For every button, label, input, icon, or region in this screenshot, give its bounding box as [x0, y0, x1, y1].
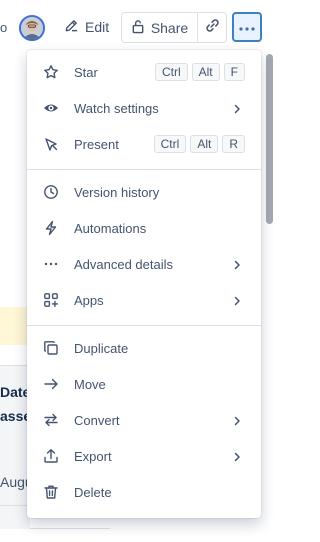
- link-icon: [205, 18, 220, 38]
- share-button-group: Share: [121, 12, 227, 43]
- chevron-right-icon: [231, 258, 243, 270]
- menu-item-star[interactable]: Star Ctrl Alt F: [27, 54, 261, 90]
- convert-arrows-icon: [43, 412, 59, 428]
- shortcut-key: Alt: [191, 63, 220, 81]
- copy-link-button[interactable]: [198, 13, 226, 42]
- export-icon: [43, 448, 59, 464]
- ellipsis-icon: [43, 256, 59, 272]
- more-actions-button[interactable]: [232, 12, 262, 42]
- avatar[interactable]: [19, 15, 45, 41]
- clock-icon: [43, 184, 59, 200]
- menu-divider: [27, 169, 261, 170]
- table-divider: [30, 528, 110, 529]
- menu-item-present[interactable]: Present Ctrl Alt R: [27, 126, 261, 162]
- menu-item-label: Watch settings: [74, 100, 159, 116]
- scrollbar-thumb[interactable]: [266, 54, 273, 224]
- duplicate-icon: [43, 340, 59, 356]
- menu-item-label: Apps: [74, 292, 104, 308]
- more-actions-menu: Star Ctrl Alt F Watch settings Present C…: [27, 50, 261, 518]
- table-divider: [0, 505, 30, 506]
- page-toolbar: o Edit Share: [0, 0, 281, 52]
- apps-icon: [43, 292, 59, 308]
- menu-item-export[interactable]: Export: [27, 438, 261, 474]
- edit-label: Edit: [85, 19, 110, 35]
- menu-item-label: Automations: [74, 220, 147, 236]
- chevron-right-icon: [231, 414, 243, 426]
- chevron-right-icon: [231, 450, 243, 462]
- shortcut-key: Alt: [190, 135, 219, 153]
- menu-item-label: Advanced details: [74, 256, 174, 272]
- menu-item-label: Delete: [74, 484, 112, 500]
- star-icon: [43, 64, 59, 80]
- menu-item-apps[interactable]: Apps: [27, 282, 261, 318]
- lock-icon: [131, 19, 145, 37]
- table-header-text: Date: [0, 384, 31, 400]
- menu-item-advanced-details[interactable]: Advanced details: [27, 246, 261, 282]
- menu-item-delete[interactable]: Delete: [27, 474, 261, 510]
- more-icon: [239, 18, 255, 36]
- shortcut-key: Ctrl: [154, 63, 188, 81]
- shortcut-key: Ctrl: [153, 135, 187, 153]
- shortcut-key: F: [223, 63, 245, 81]
- truncated-toolbar-text: o: [0, 20, 8, 35]
- edit-button[interactable]: Edit: [58, 13, 115, 41]
- shortcut-key: R: [222, 135, 245, 153]
- trash-icon: [43, 484, 59, 500]
- menu-item-label: Move: [74, 376, 106, 392]
- lightning-icon: [43, 220, 59, 236]
- share-button[interactable]: Share: [122, 13, 198, 42]
- chevron-right-icon: [231, 294, 243, 306]
- menu-item-label: Convert: [74, 412, 120, 428]
- menu-item-label: Star: [74, 64, 98, 80]
- highlighted-panel: [0, 307, 30, 345]
- pencil-icon: [64, 18, 79, 36]
- menu-item-automations[interactable]: Automations: [27, 210, 261, 246]
- menu-item-label: Duplicate: [74, 340, 129, 356]
- menu-item-watch-settings[interactable]: Watch settings: [27, 90, 261, 126]
- present-icon: [43, 136, 59, 152]
- arrow-right-icon: [43, 376, 59, 392]
- menu-item-duplicate[interactable]: Duplicate: [27, 330, 261, 366]
- menu-divider: [27, 325, 261, 326]
- menu-item-convert[interactable]: Convert: [27, 402, 261, 438]
- keyboard-shortcut: Ctrl Alt R: [153, 135, 245, 153]
- menu-item-label: Version history: [74, 184, 160, 200]
- menu-item-label: Present: [74, 136, 119, 152]
- share-label: Share: [150, 19, 189, 36]
- eye-icon: [43, 100, 59, 116]
- chevron-right-icon: [231, 102, 243, 114]
- menu-item-version-history[interactable]: Version history: [27, 174, 261, 210]
- keyboard-shortcut: Ctrl Alt F: [154, 63, 245, 81]
- menu-item-label: Export: [74, 448, 112, 464]
- menu-item-move[interactable]: Move: [27, 366, 261, 402]
